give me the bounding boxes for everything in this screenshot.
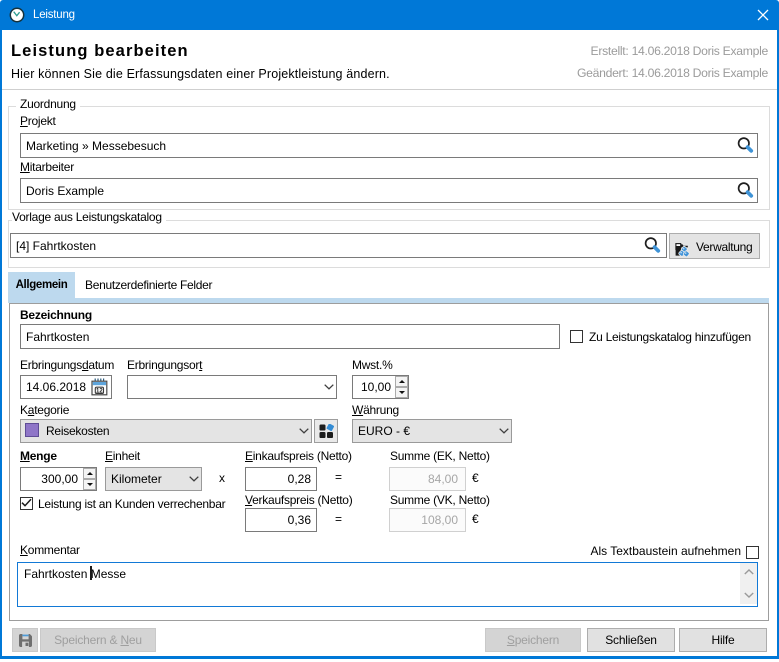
svg-text:12: 12 [96, 388, 103, 394]
